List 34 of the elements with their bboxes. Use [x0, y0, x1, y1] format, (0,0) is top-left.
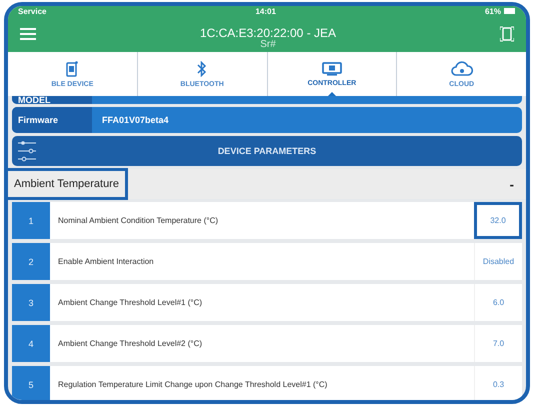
section-header[interactable]: DEVICE PARAMETERS [12, 136, 522, 166]
device-title: 1C:CA:E3:20:22:00 - JEA [200, 26, 336, 40]
parameter-value[interactable]: 0.3 [474, 366, 522, 400]
group-title: Ambient Temperature [8, 168, 128, 200]
clock-text: 14:01 [255, 6, 276, 16]
info-label: MODEL [12, 96, 92, 104]
info-value: FFA01V07beta4 [101, 115, 169, 125]
bluetooth-icon [197, 60, 208, 76]
carrier-text: Service [18, 6, 46, 16]
parameter-name: Enable Ambient Interaction [57, 256, 155, 268]
cloud-icon [450, 60, 473, 76]
device-subtitle: Sr# [260, 40, 276, 50]
row-number: 2 [12, 243, 50, 280]
sliders-icon [18, 140, 38, 162]
parameter-value[interactable]: Disabled [474, 243, 522, 280]
parameter-name: Ambient Change Threshold Level#2 (°C) [57, 338, 204, 350]
monitor-icon [322, 62, 342, 76]
parameter-name: Ambient Change Threshold Level#1 (°C) [57, 297, 204, 309]
row-number: 1 [12, 202, 50, 239]
parameter-name: Nominal Ambient Condition Temperature (°C) [57, 215, 220, 227]
parameter-value[interactable]: 32.0 [474, 202, 522, 239]
parameter-value[interactable]: 6.0 [474, 284, 522, 321]
phone-icon [66, 60, 78, 76]
menu-icon[interactable] [20, 28, 36, 40]
row-number: 3 [12, 284, 50, 321]
battery-text: 61% [484, 6, 501, 16]
collapse-toggle[interactable]: - [510, 176, 514, 192]
parameter-name: Regulation Temperature Limit Change upon Change Threshold Level#1 (°C) [57, 379, 328, 391]
phone-scan-icon[interactable] [500, 26, 514, 42]
row-number: 5 [12, 366, 50, 400]
battery-icon [504, 8, 516, 14]
row-number: 4 [12, 325, 50, 362]
info-label: Firmware [12, 107, 92, 133]
parameter-value[interactable]: 7.0 [474, 325, 522, 362]
